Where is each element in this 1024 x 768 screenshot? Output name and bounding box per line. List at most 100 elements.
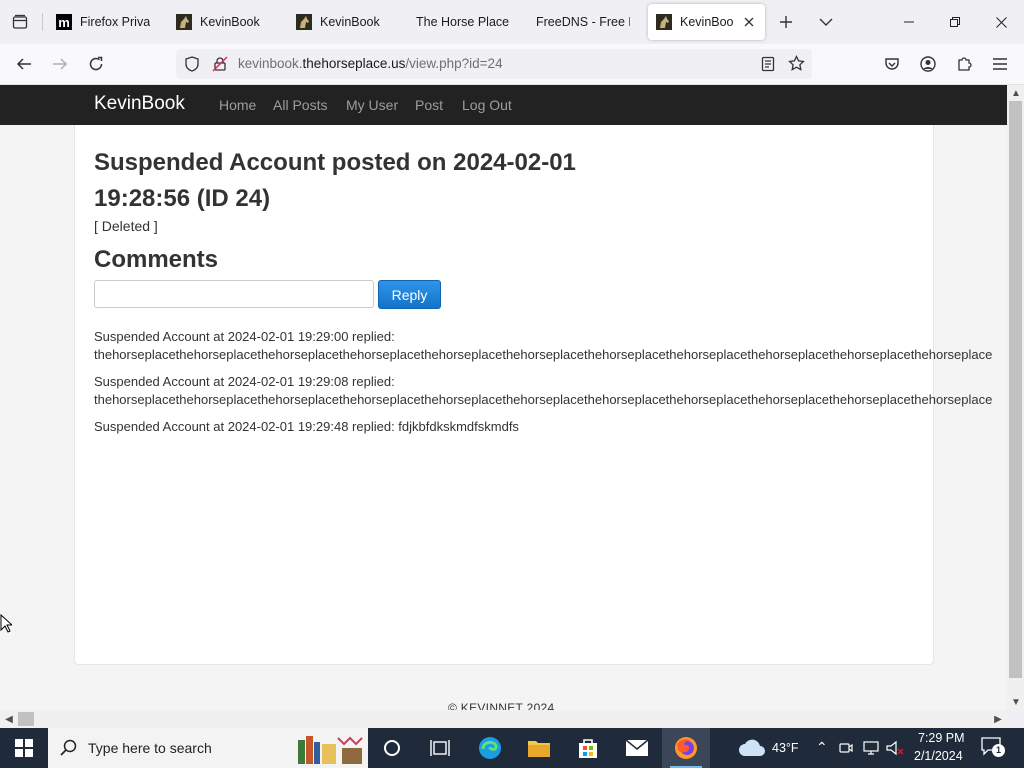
tab-label: Firefox Privacy: [80, 15, 150, 29]
account-button[interactable]: [914, 50, 942, 78]
horizontal-scroll-thumb[interactable]: [18, 712, 34, 726]
meet-now-icon[interactable]: [838, 740, 854, 756]
edge-browser-icon: [479, 737, 501, 759]
action-center-button[interactable]: 1: [980, 736, 1006, 760]
minimize-icon: [904, 21, 914, 23]
scroll-up-arrow-icon[interactable]: ▲: [1008, 85, 1024, 101]
reload-button[interactable]: [82, 50, 110, 78]
network-icon[interactable]: [862, 740, 880, 756]
forward-button[interactable]: [46, 50, 74, 78]
nav-link-post[interactable]: Post: [415, 97, 443, 113]
tab-label: KevinBook: [200, 15, 260, 29]
tab-label: KevinBook: [320, 15, 380, 29]
tab-the-horse-place[interactable]: The Horse Place: [408, 4, 518, 40]
close-tab-icon[interactable]: [741, 14, 757, 30]
comment-item: Suspended Account at 2024-02-01 19:29:00…: [94, 328, 1007, 364]
task-view-icon: [430, 740, 450, 756]
firefox-view-button[interactable]: [8, 10, 32, 34]
page-viewport: KevinBook Home All Posts My User Post Lo…: [0, 85, 1007, 710]
close-window-button[interactable]: [978, 0, 1024, 44]
comment-header: Suspended Account at 2024-02-01 19:29:48…: [94, 419, 519, 434]
plus-icon: [780, 16, 792, 28]
nav-link-home[interactable]: Home: [219, 97, 256, 113]
task-view-button[interactable]: [416, 728, 464, 768]
nav-link-my-user[interactable]: My User: [346, 97, 398, 113]
tab-label: The Horse Place: [416, 15, 510, 29]
notification-count-badge: 1: [992, 744, 1005, 757]
mozilla-m-icon: m: [56, 14, 72, 30]
weather-temperature[interactable]: 43°F: [772, 741, 799, 755]
page-footer: © KEVINNET 2024: [448, 701, 555, 710]
new-tab-button[interactable]: [772, 8, 800, 36]
account-icon: [920, 56, 936, 72]
navigation-toolbar: kevinbook.thehorseplace.us/view.php?id=2…: [0, 44, 1024, 85]
firefox-view-icon: [12, 14, 28, 29]
scroll-right-arrow-icon[interactable]: ▶: [990, 711, 1006, 727]
hamburger-menu-icon: [993, 58, 1007, 70]
insecure-lock-icon[interactable]: [212, 56, 228, 75]
nav-link-all-posts[interactable]: All Posts: [273, 97, 327, 113]
search-icon: [60, 739, 77, 756]
tab-label: FreeDNS - Free DN: [536, 15, 630, 29]
comment-input[interactable]: [94, 280, 374, 308]
show-hidden-icons-chevron-icon[interactable]: ⌃: [816, 739, 828, 756]
clock-time[interactable]: 7:29 PM: [918, 731, 965, 745]
mail-taskbar-button[interactable]: [613, 728, 661, 768]
cortana-button[interactable]: [368, 728, 416, 768]
firefox-taskbar-button[interactable]: [662, 728, 710, 768]
comment-item: Suspended Account at 2024-02-01 19:29:08…: [94, 373, 1007, 409]
url-text[interactable]: kevinbook.thehorseplace.us/view.php?id=2…: [238, 56, 503, 71]
pocket-button[interactable]: [878, 50, 906, 78]
tab-firefox-privacy[interactable]: m Firefox Privacy: [48, 4, 158, 40]
windows-taskbar: Type here to search 43°F ⌃ 7:29 PM 2/1/2…: [0, 728, 1024, 768]
comments-heading: Comments: [94, 246, 219, 273]
reader-view-icon[interactable]: [760, 56, 776, 75]
scroll-left-arrow-icon[interactable]: ◀: [1, 711, 17, 727]
reload-icon: [89, 56, 103, 71]
weather-cloud-icon[interactable]: [738, 738, 766, 758]
windows-logo-icon: [15, 739, 33, 757]
tab-kevinbook-active[interactable]: KevinBook: [648, 4, 765, 40]
speaker-muted-icon[interactable]: [886, 740, 904, 756]
taskbar-search-box[interactable]: Type here to search: [48, 728, 368, 768]
store-taskbar-button[interactable]: [564, 728, 612, 768]
folder-icon: [528, 741, 550, 757]
comment-item: Suspended Account at 2024-02-01 19:29:48…: [94, 418, 1007, 436]
horse-favicon-icon: [176, 14, 192, 30]
list-all-tabs-button[interactable]: [812, 8, 840, 36]
tab-kevinbook-2[interactable]: KevinBook: [288, 4, 398, 40]
forward-arrow-icon: [53, 58, 68, 70]
puzzle-piece-icon: [958, 57, 972, 71]
vertical-scroll-thumb[interactable]: [1009, 101, 1022, 678]
start-button[interactable]: [0, 728, 48, 768]
tab-kevinbook-1[interactable]: KevinBook: [168, 4, 278, 40]
site-brand[interactable]: KevinBook: [94, 93, 185, 115]
file-explorer-taskbar-button[interactable]: [515, 728, 563, 768]
edge-taskbar-button[interactable]: [466, 728, 514, 768]
comment-text: thehorseplacethehorseplacethehorseplacet…: [94, 347, 993, 362]
store-bag-icon: [579, 739, 597, 758]
url-domain: thehorseplace.us: [302, 56, 406, 71]
restore-button[interactable]: [932, 0, 978, 44]
restore-icon: [950, 17, 960, 27]
horse-favicon-icon: [296, 14, 312, 30]
firefox-icon: [675, 737, 697, 759]
clock-date[interactable]: 2/1/2024: [914, 749, 963, 763]
minimize-button[interactable]: [886, 0, 932, 44]
search-highlight-books-icon: [298, 736, 363, 764]
url-path: /view.php?id=24: [405, 56, 503, 71]
close-icon: [995, 16, 1007, 28]
tab-freedns[interactable]: FreeDNS - Free DN: [528, 4, 638, 40]
app-menu-button[interactable]: [986, 50, 1014, 78]
reply-button[interactable]: Reply: [378, 280, 441, 309]
chevron-down-icon: [819, 18, 833, 26]
scroll-down-arrow-icon[interactable]: ▼: [1008, 694, 1024, 710]
back-button[interactable]: [10, 50, 38, 78]
horizontal-scrollbar[interactable]: [0, 710, 1007, 728]
bookmark-star-icon[interactable]: [788, 54, 805, 75]
url-bar[interactable]: kevinbook.thehorseplace.us/view.php?id=2…: [176, 49, 812, 79]
tracking-protection-shield-icon[interactable]: [184, 56, 200, 75]
nav-link-log-out[interactable]: Log Out: [462, 97, 512, 113]
extensions-button[interactable]: [950, 50, 978, 78]
comment-text: thehorseplacethehorseplacethehorseplacet…: [94, 392, 993, 407]
